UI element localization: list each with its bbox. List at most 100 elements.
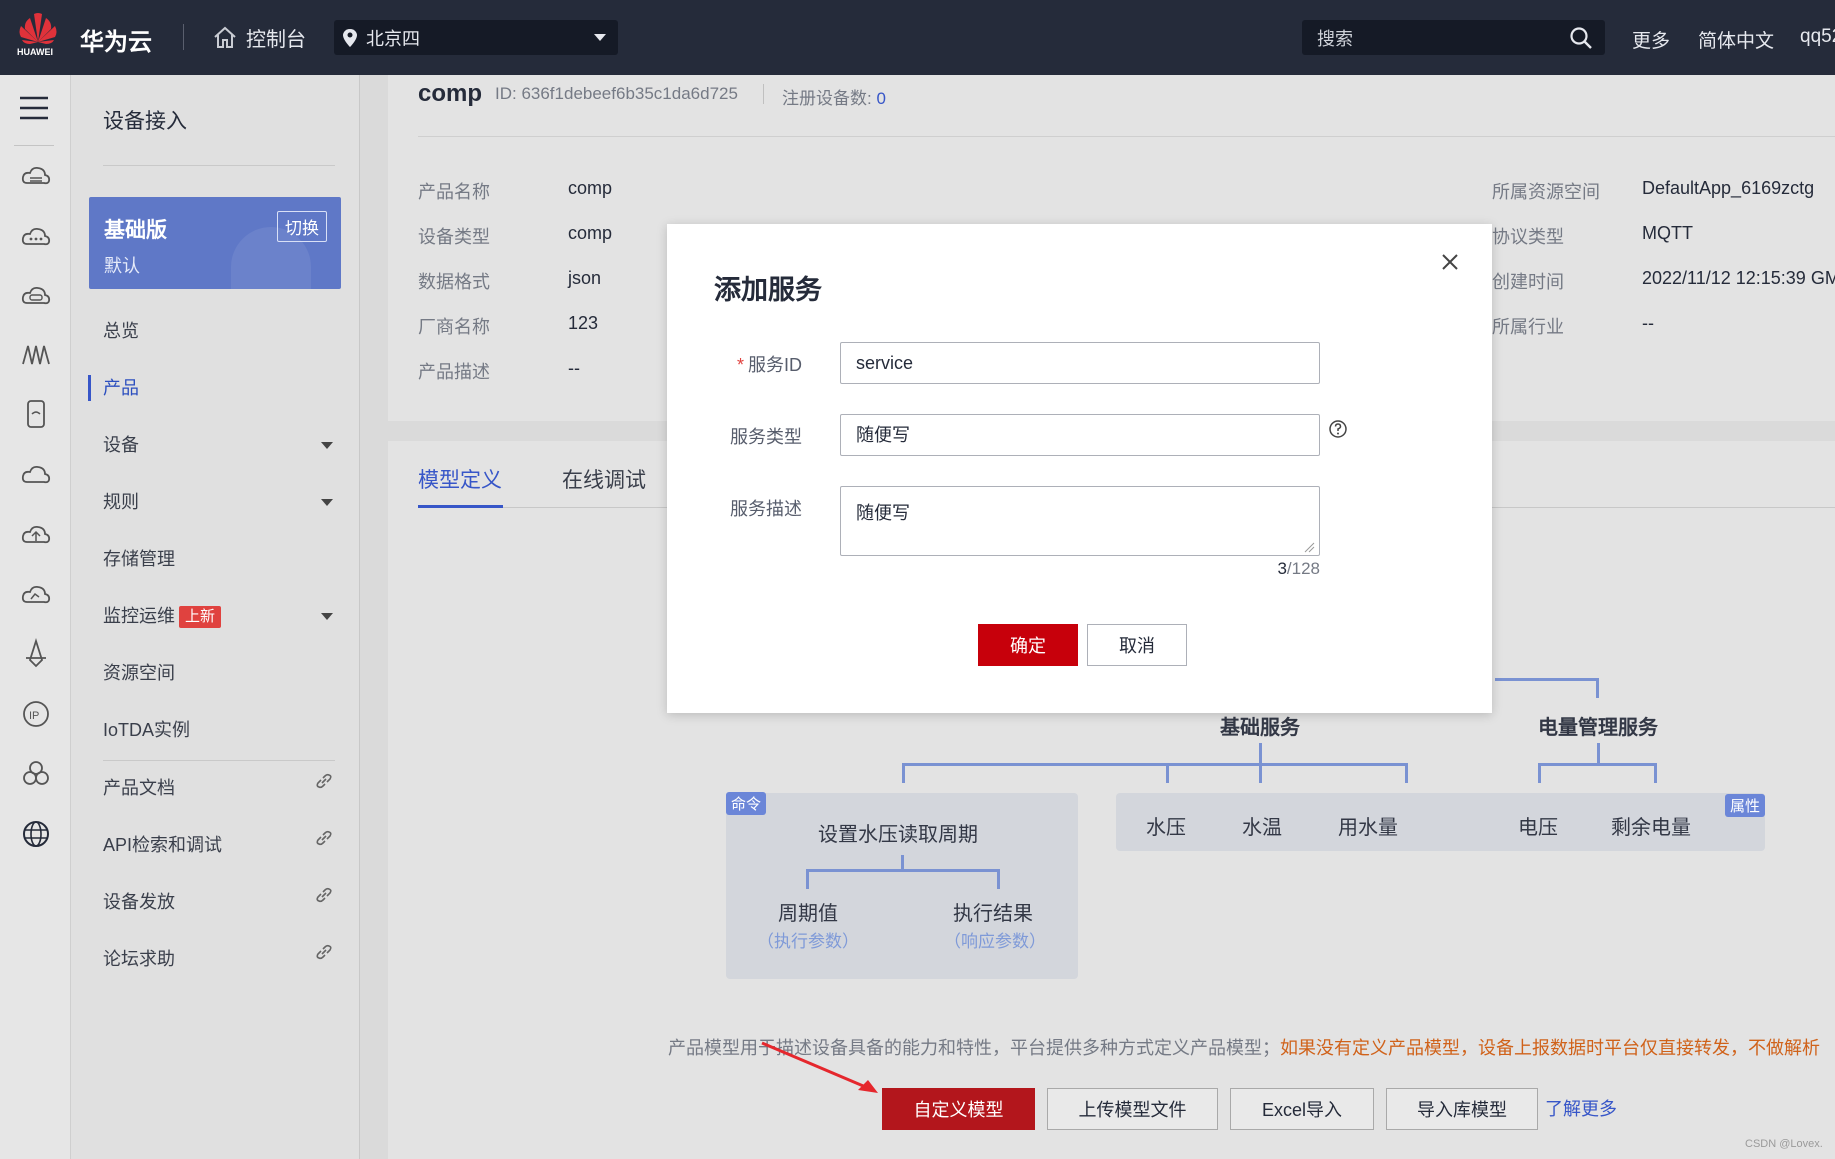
field-label: 创建时间 <box>1492 272 1564 292</box>
menu-item-monitoring-label: 监控运维 <box>103 606 175 626</box>
compass-icon[interactable] <box>20 638 52 670</box>
cloud-database-icon[interactable] <box>20 280 52 312</box>
ip-icon[interactable]: IP <box>20 698 52 730</box>
link-icon[interactable] <box>314 885 334 905</box>
menu-item-resource-space[interactable]: 资源空间 <box>103 660 175 686</box>
reg-count[interactable]: 0 <box>876 89 885 108</box>
cancel-button[interactable]: 取消 <box>1087 624 1187 666</box>
field-value: 123 <box>568 313 599 333</box>
field-label: 协议类型 <box>1492 227 1564 247</box>
learn-more-link[interactable]: 了解更多 <box>1545 1095 1617 1121</box>
cloud-icon[interactable] <box>20 458 52 490</box>
service-id-label-text: 服务ID <box>748 355 802 375</box>
chevron-down-icon[interactable] <box>321 613 333 620</box>
menu-item-monitoring[interactable]: 监控运维 上新 <box>103 603 222 629</box>
new-badge: 上新 <box>179 606 222 629</box>
attr-remaining-power: 剩余电量 <box>1611 817 1691 839</box>
command-tag: 命令 <box>726 792 767 815</box>
dialog-title: 添加服务 <box>714 275 822 305</box>
cloud-upload-icon[interactable] <box>20 518 52 550</box>
help-icon[interactable] <box>1328 419 1348 439</box>
attr-water-usage: 用水量 <box>1338 817 1398 839</box>
param-period-value: 周期值 <box>778 903 838 925</box>
attr-water-pressure: 水压 <box>1146 817 1186 839</box>
menu-item-device[interactable]: 设备 <box>103 432 139 458</box>
tree-line <box>1538 763 1657 766</box>
command-title: 设置水压读取周期 <box>818 824 978 846</box>
service-id-input[interactable]: service <box>840 342 1320 384</box>
device-icon[interactable] <box>20 398 52 430</box>
signal-waves-icon[interactable] <box>20 338 52 370</box>
menu-item-product-docs[interactable]: 产品文档 <box>103 775 175 801</box>
menu-item-product[interactable]: 产品 <box>103 375 139 401</box>
tree-line <box>806 869 809 889</box>
cluster-icon[interactable] <box>20 758 52 790</box>
brand-name[interactable]: 华为云 <box>80 22 152 57</box>
hamburger-menu-icon[interactable] <box>19 95 49 121</box>
link-icon[interactable] <box>314 771 334 791</box>
red-arrow-annotation <box>761 1041 878 1093</box>
more-menu[interactable]: 更多 <box>1632 26 1670 53</box>
close-icon[interactable] <box>1438 250 1462 274</box>
field-value: comp <box>568 178 613 198</box>
tab-online-debug[interactable]: 在线调试 <box>562 464 646 494</box>
console-link[interactable]: 控制台 <box>212 18 306 56</box>
field-label: 设备类型 <box>418 227 490 247</box>
menu-item-device-provisioning[interactable]: 设备发放 <box>103 889 175 915</box>
tree-line <box>1538 763 1541 783</box>
console-label: 控制台 <box>246 28 306 51</box>
product-id: ID: 636f1debeef6b35c1da6d725 <box>495 84 738 103</box>
link-icon[interactable] <box>314 828 334 848</box>
menu-item-iotda-instance[interactable]: IoTDA实例 <box>103 717 190 743</box>
menu-item-forum[interactable]: 论坛求助 <box>103 946 175 972</box>
plan-switch-button[interactable]: 切换 <box>277 211 327 242</box>
globe-icon[interactable] <box>20 818 52 850</box>
service-desc-textarea[interactable]: 随便写 <box>840 486 1320 556</box>
service-type-input[interactable]: 随便写 <box>840 414 1320 456</box>
menu-item-overview[interactable]: 总览 <box>103 318 139 344</box>
reg-label: 注册设备数: <box>782 89 872 108</box>
search-input[interactable]: 搜索 <box>1302 20 1605 55</box>
plan-sub: 默认 <box>104 256 140 276</box>
tree-line <box>806 869 1000 872</box>
tree-line <box>902 763 905 783</box>
field-value: comp <box>568 223 613 243</box>
resize-handle-icon[interactable] <box>1303 541 1315 553</box>
registered-device-count: 注册设备数: 0 <box>782 84 886 109</box>
menu-item-rules[interactable]: 规则 <box>103 489 139 515</box>
divider <box>103 760 335 761</box>
attr-voltage: 电压 <box>1518 817 1558 839</box>
chevron-down-icon[interactable] <box>321 442 333 449</box>
menu-item-api-debug[interactable]: API检索和调试 <box>103 832 222 858</box>
tree-line <box>1405 763 1408 783</box>
custom-model-button[interactable]: 自定义模型 <box>882 1088 1035 1130</box>
menu-item-storage[interactable]: 存储管理 <box>103 546 175 572</box>
cloud-server-icon[interactable] <box>20 161 52 193</box>
watermark: CSDN @Lovex. <box>1745 1138 1823 1150</box>
chevron-down-icon <box>594 34 606 41</box>
link-icon[interactable] <box>314 942 334 962</box>
confirm-button[interactable]: 确定 <box>978 624 1078 666</box>
home-icon <box>214 26 236 48</box>
upload-model-button[interactable]: 上传模型文件 <box>1047 1088 1218 1130</box>
tab-model-definition[interactable]: 模型定义 <box>418 464 502 494</box>
excel-import-button[interactable]: Excel导入 <box>1230 1088 1374 1130</box>
chevron-down-icon[interactable] <box>321 499 333 506</box>
tree-line <box>1495 678 1598 681</box>
tree-line <box>1596 678 1599 698</box>
cloud-monitor-icon[interactable] <box>20 578 52 610</box>
region-select[interactable]: 北京四 <box>334 20 618 55</box>
search-icon[interactable] <box>1569 26 1593 50</box>
location-pin-icon <box>343 28 357 47</box>
import-library-button[interactable]: 导入库模型 <box>1386 1088 1538 1130</box>
field-label: 所属行业 <box>1492 317 1564 337</box>
param-exec-result: 执行结果 <box>953 903 1033 925</box>
cloud-more-icon[interactable] <box>20 221 52 253</box>
char-counter: 3/128 <box>1277 559 1320 579</box>
service-icon-rail: IP <box>0 75 71 1159</box>
language-switch[interactable]: 简体中文 <box>1698 26 1774 53</box>
brand-sub: HUAWEI <box>17 47 53 57</box>
field-label: 数据格式 <box>418 272 490 292</box>
user-account[interactable]: qq52 <box>1800 26 1835 48</box>
side-menu: 设备接入 基础版 切换 默认 总览 产品 设备 规则 存储管理 监控运维 上新 资… <box>71 75 360 1159</box>
